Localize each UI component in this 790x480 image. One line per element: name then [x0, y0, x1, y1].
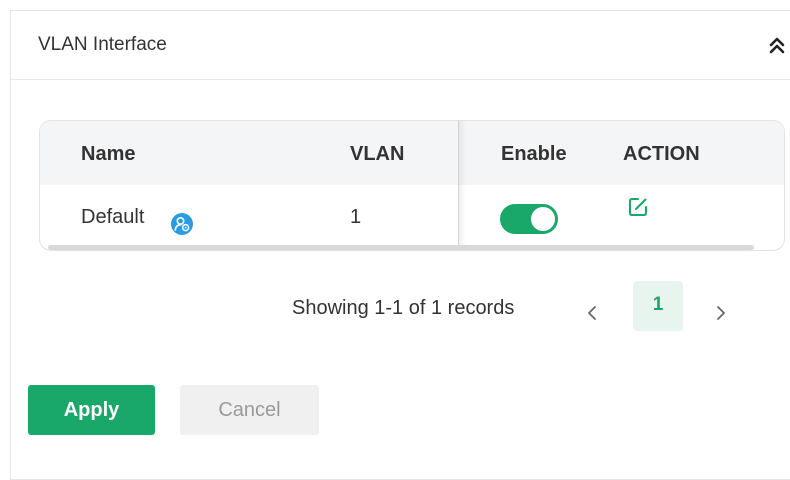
cancel-button[interactable]: Cancel	[180, 385, 319, 435]
enable-toggle[interactable]	[500, 204, 558, 234]
vlan-table: Name VLAN Enable ACTION Default 1	[39, 120, 785, 251]
chevron-right-icon[interactable]	[714, 304, 728, 322]
chevron-left-icon[interactable]	[585, 304, 599, 322]
column-header-enable: Enable	[501, 143, 567, 165]
table-header: Name VLAN Enable ACTION	[40, 121, 784, 185]
table-row: Default 1	[40, 185, 784, 250]
pagination-summary: Showing 1-1 of 1 records	[292, 297, 515, 319]
double-chevron-up-icon[interactable]	[767, 35, 787, 57]
horizontal-scrollbar[interactable]	[48, 245, 754, 250]
edit-icon[interactable]	[627, 196, 649, 218]
pagination-page-1[interactable]: 1	[633, 281, 683, 331]
panel-title: VLAN Interface	[38, 34, 167, 55]
system-default-badge-icon[interactable]	[171, 213, 193, 235]
panel-header: VLAN Interface	[11, 11, 790, 80]
toggle-knob	[531, 207, 555, 231]
fixed-column-shadow	[458, 121, 466, 250]
vlan-name-cell: Default	[81, 206, 145, 228]
column-header-vlan: VLAN	[350, 143, 405, 165]
apply-button[interactable]: Apply	[28, 385, 155, 435]
column-header-name: Name	[81, 143, 136, 165]
column-header-action: ACTION	[623, 143, 700, 165]
vlan-id-cell: 1	[350, 206, 362, 228]
